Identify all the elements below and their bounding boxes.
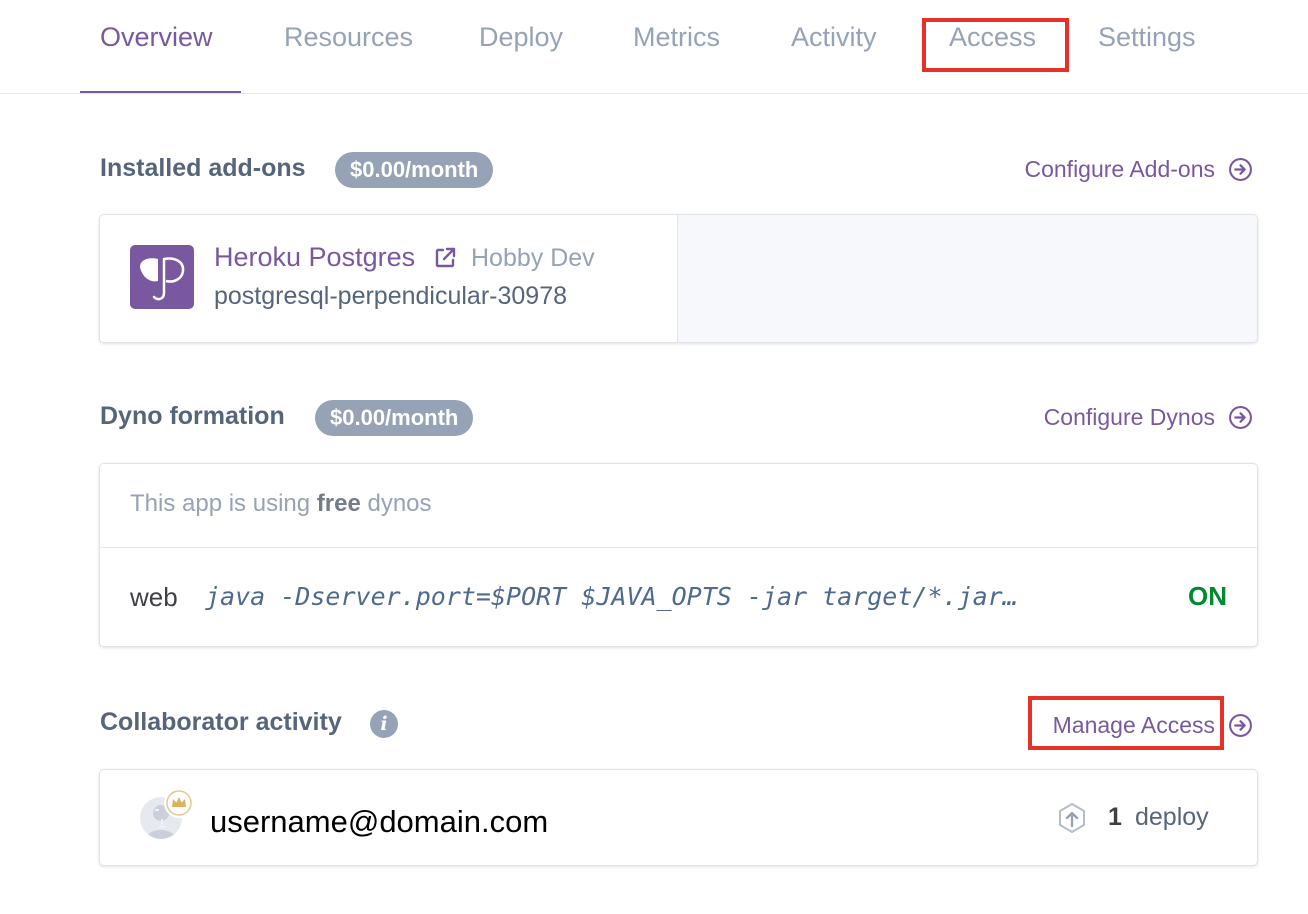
dynos-price-badge: $0.00/month <box>315 400 474 436</box>
free-dynos-note: This app is using free dynos <box>130 490 432 517</box>
heroku-postgres-elephant-icon <box>130 245 194 309</box>
deploy-label: deploy <box>1135 803 1209 831</box>
external-link-icon[interactable] <box>433 246 457 270</box>
dyno-process-type: web <box>130 582 178 612</box>
deploy-count: 1 <box>1108 803 1122 831</box>
dyno-status-toggle[interactable]: ON <box>1188 581 1227 612</box>
arrow-right-circle-icon[interactable] <box>1228 157 1253 182</box>
addon-name-link[interactable]: Heroku Postgres <box>214 242 415 273</box>
tab-access[interactable]: Access <box>949 22 1036 53</box>
configure-dynos-link[interactable]: Configure Dynos <box>1044 404 1215 431</box>
tab-activity[interactable]: Activity <box>791 22 877 53</box>
app-nav-tabs: Overview Resources Deploy Metrics Activi… <box>0 0 1308 94</box>
tab-settings[interactable]: Settings <box>1098 22 1196 53</box>
addons-price-badge: $0.00/month <box>335 152 494 188</box>
collaborator-email: username@domain.com <box>210 804 549 839</box>
tab-deploy[interactable]: Deploy <box>479 22 563 53</box>
arrow-right-circle-icon[interactable] <box>1228 405 1253 430</box>
info-icon[interactable]: i <box>370 710 398 738</box>
addons-card: Heroku Postgres Hobby Dev postgresql-per… <box>99 214 1258 343</box>
dynos-section-title: Dyno formation <box>100 402 285 430</box>
dyno-process-command: java -Dserver.port=$PORT $JAVA_OPTS -jar… <box>205 582 1018 611</box>
collaborators-section-title: Collaborator activity <box>100 708 342 736</box>
manage-access-link[interactable]: Manage Access <box>1053 712 1215 739</box>
tab-overview[interactable]: Overview <box>100 22 213 53</box>
addons-section-title: Installed add-ons <box>100 154 306 182</box>
addon-resource-id: postgresql-perpendicular-30978 <box>214 282 568 310</box>
tab-metrics[interactable]: Metrics <box>633 22 720 53</box>
arrow-right-circle-icon[interactable] <box>1228 713 1253 738</box>
addon-card-empty-panel <box>677 215 1257 342</box>
tab-resources[interactable]: Resources <box>284 22 413 53</box>
addon-plan: Hobby Dev <box>471 244 595 272</box>
configure-addons-link[interactable]: Configure Add-ons <box>1024 156 1215 183</box>
dynos-card: This app is using free dynos web java -D… <box>99 463 1258 647</box>
collaborator-card: username@domain.com 1 deploy <box>99 769 1258 866</box>
divider <box>100 547 1257 548</box>
deploy-icon <box>1059 802 1085 834</box>
owner-crown-icon <box>164 788 194 818</box>
active-tab-indicator <box>80 91 241 93</box>
